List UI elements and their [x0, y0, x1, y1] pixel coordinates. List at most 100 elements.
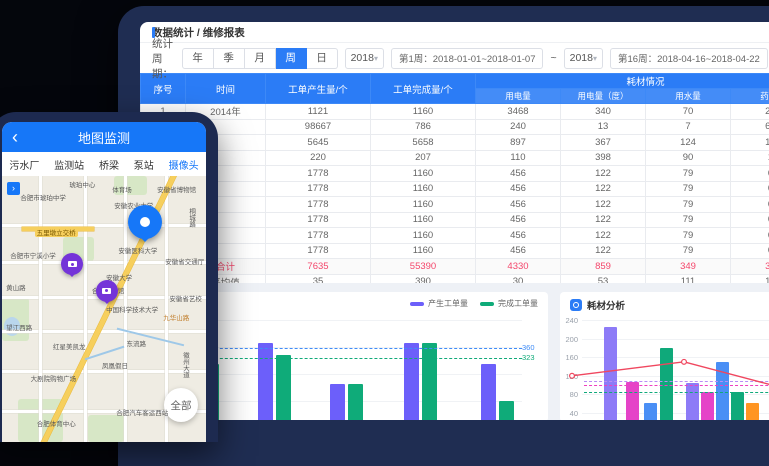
tab-桥梁[interactable]: 桥梁 — [99, 157, 119, 172]
year-from-select[interactable]: 2018 ▾ — [345, 48, 384, 69]
legend-item: 完成工单量 — [480, 298, 538, 309]
filter-bar: 统计周期： 年季月周日 2018 ▾ 第1周：2018-01-01~2018-0… — [140, 43, 769, 73]
sub-col-2: 用电量（度） — [561, 89, 646, 104]
road — [2, 330, 206, 333]
table-cell: 1160 — [371, 197, 476, 213]
y-tick-label: 40 — [560, 409, 578, 418]
table-cell: 13 — [561, 119, 646, 135]
period-option-周[interactable]: 周 — [276, 48, 307, 69]
tab-泵站[interactable]: 泵站 — [134, 157, 154, 172]
legend-item: 产生工单量 — [410, 298, 468, 309]
table-cell: 220 — [266, 150, 371, 166]
range-from-input[interactable]: 第1周：2018-01-01~2018-01-07 — [391, 48, 544, 69]
average-refline — [584, 385, 769, 386]
table-cell: 129 — [731, 135, 769, 151]
table-cell: 690 — [731, 119, 769, 135]
camera-icon — [102, 288, 111, 294]
map-label: 九华山路 — [163, 312, 189, 322]
map-label: 东流路 — [126, 338, 146, 348]
back-icon[interactable]: ‹ — [12, 124, 18, 150]
period-option-月[interactable]: 月 — [245, 48, 276, 69]
table-cell: 1160 — [371, 243, 476, 259]
period-option-年[interactable]: 年 — [182, 48, 214, 69]
table-cell: 7 — [646, 119, 731, 135]
tab-污水厂[interactable]: 污水厂 — [9, 157, 39, 172]
selected-camera-pin[interactable] — [128, 205, 162, 249]
pin-tail — [67, 272, 77, 282]
chart-bar — [404, 343, 419, 420]
table-cell: 1778 — [266, 243, 371, 259]
tab-监测站[interactable]: 监测站 — [54, 157, 84, 172]
period-option-日[interactable]: 日 — [307, 48, 338, 69]
table-cell: 19 — [731, 150, 769, 166]
chart-bar — [348, 384, 363, 420]
pin-tail — [102, 299, 112, 309]
table-cell: 456 — [476, 212, 561, 228]
map-label: 徽州大道 — [180, 352, 190, 378]
table-cell: 122 — [561, 228, 646, 244]
all-filter-button[interactable]: 全部 — [164, 388, 198, 422]
table-row: 42202071103989019 — [141, 150, 769, 166]
total-cell: 55390 — [371, 259, 476, 275]
phone-mockup: ‹ 地图监测 污水厂监测站桥梁泵站摄像头 › 全部 — [0, 112, 218, 442]
year-to-select[interactable]: 2018 ▾ — [564, 48, 603, 69]
sub-col-1: 用电量 — [476, 89, 561, 104]
table-row: 10177811604561227967 — [141, 243, 769, 259]
table-cell: 1160 — [371, 212, 476, 228]
road — [84, 176, 87, 442]
table-cell: 1160 — [371, 104, 476, 120]
table-cell: 67 — [731, 166, 769, 182]
table-cell: 70 — [646, 104, 731, 120]
map-label: 琥珀中心 — [69, 179, 95, 189]
tab-摄像头[interactable]: 摄像头 — [169, 157, 199, 172]
refline-label: 323 — [522, 353, 546, 362]
table-cell: 897 — [476, 135, 561, 151]
table-cell: 110 — [476, 150, 561, 166]
table-cell: 90 — [646, 150, 731, 166]
chart-gridline — [582, 320, 769, 321]
chart-bar — [276, 355, 291, 420]
table-cell: 122 — [561, 197, 646, 213]
map-canvas[interactable]: › 全部 琥珀中心合肥市琥珀中学体育场安徽农业大学安徽省博物馆桐城路五里墩立交桥… — [2, 176, 206, 442]
col-header-time: 时间 — [186, 74, 266, 104]
map-label: 凤凰假日 — [102, 360, 128, 370]
map-label: 安徽省博物馆 — [157, 184, 196, 194]
camera-pin[interactable] — [96, 280, 118, 309]
chart-bar — [481, 364, 496, 420]
chart-bar — [686, 383, 699, 420]
table-cell: 1778 — [266, 212, 371, 228]
legend-label: 产生工单量 — [428, 298, 468, 309]
consumables-chart-card: 耗材分析 2402001601208040 — [560, 292, 769, 420]
table-cell: 79 — [646, 243, 731, 259]
expand-icon[interactable]: › — [7, 182, 20, 195]
camera-pin[interactable] — [61, 253, 83, 282]
table-cell: 79 — [646, 212, 731, 228]
table-cell: 1778 — [266, 197, 371, 213]
table-cell: 79 — [646, 181, 731, 197]
breadcrumb: 数据统计 / 维修报表 — [140, 22, 769, 43]
table-cell: 398 — [561, 150, 646, 166]
table-row: 9177811604561227967 — [141, 228, 769, 244]
chart-bar — [701, 392, 714, 420]
report-table: 序号 时间 工单产生量/个 工单完成量/个 耗材情况 用电量 用电量（度） 用水… — [140, 73, 769, 290]
park-area — [88, 415, 125, 442]
range-to-input[interactable]: 第16周：2018-04-16~2018-04-22 — [610, 48, 768, 69]
map-label: 合肥市琥珀中学 — [20, 192, 66, 202]
breadcrumb-accent-bar — [152, 27, 155, 38]
table-row: 6177811604561227967 — [141, 181, 769, 197]
average-refline — [584, 381, 769, 382]
phone-title: 地图监测 — [78, 128, 130, 147]
table-cell: 5658 — [371, 135, 476, 151]
table-cell: 122 — [561, 243, 646, 259]
chart-bar — [330, 384, 345, 420]
table-cell: 456 — [476, 228, 561, 244]
table-cell: 456 — [476, 197, 561, 213]
table-cell: 1778 — [266, 166, 371, 182]
table-cell: 79 — [646, 166, 731, 182]
table-row: 5177811604561227967 — [141, 166, 769, 182]
period-option-季[interactable]: 季 — [214, 48, 245, 69]
total-cell: 859 — [561, 259, 646, 275]
total-cell: 7635 — [266, 259, 371, 275]
map-label: 大剧院购物广场 — [31, 373, 77, 383]
dashboard-window: 数据统计 / 维修报表 统计周期： 年季月周日 2018 ▾ 第1周：2018-… — [140, 22, 769, 420]
